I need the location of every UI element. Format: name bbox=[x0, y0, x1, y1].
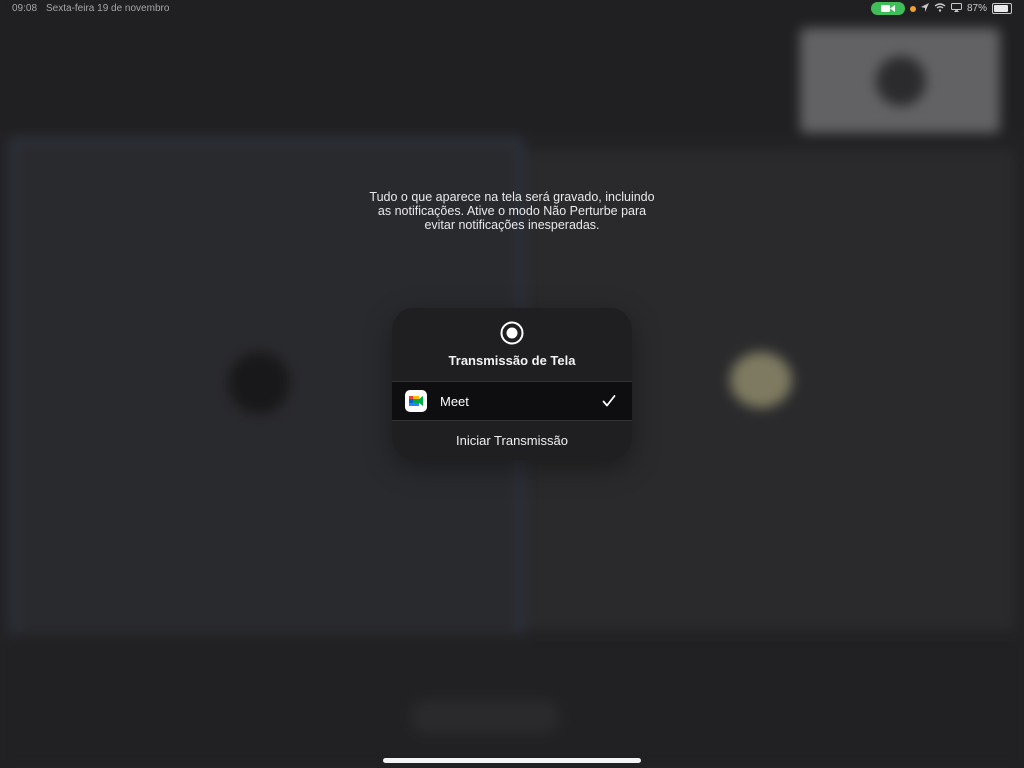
screen: 09:08 Sexta-feira 19 de novembro 87% Tud… bbox=[0, 0, 1024, 768]
start-broadcast-button[interactable]: Iniciar Transmissão bbox=[392, 420, 632, 460]
screen-mirroring-icon bbox=[950, 2, 962, 15]
wifi-icon bbox=[934, 2, 946, 15]
camera-in-use-icon[interactable] bbox=[870, 2, 905, 15]
recording-notice: Tudo o que aparece na tela será gravado,… bbox=[369, 190, 655, 232]
mic-in-use-dot bbox=[909, 5, 916, 12]
status-indicators: 87% bbox=[870, 2, 1012, 15]
broadcast-picker: Transmissão de Tela Meet Iniciar Transmi… bbox=[392, 308, 632, 460]
status-date: Sexta-feira 19 de novembro bbox=[46, 3, 170, 14]
home-indicator[interactable] bbox=[383, 758, 641, 763]
battery-icon bbox=[992, 3, 1012, 14]
picker-title: Transmissão de Tela bbox=[448, 353, 576, 368]
meet-app-icon bbox=[405, 390, 427, 412]
location-icon bbox=[920, 2, 929, 15]
status-time: 09:08 bbox=[12, 3, 38, 14]
status-bar: 09:08 Sexta-feira 19 de novembro 87% bbox=[0, 0, 1024, 18]
broadcast-option-meet[interactable]: Meet bbox=[392, 381, 632, 421]
battery-percent: 87% bbox=[966, 3, 987, 14]
record-icon bbox=[500, 321, 524, 345]
checkmark-icon bbox=[602, 395, 616, 407]
battery-level bbox=[994, 5, 1008, 12]
broadcast-option-label: Meet bbox=[440, 394, 469, 409]
